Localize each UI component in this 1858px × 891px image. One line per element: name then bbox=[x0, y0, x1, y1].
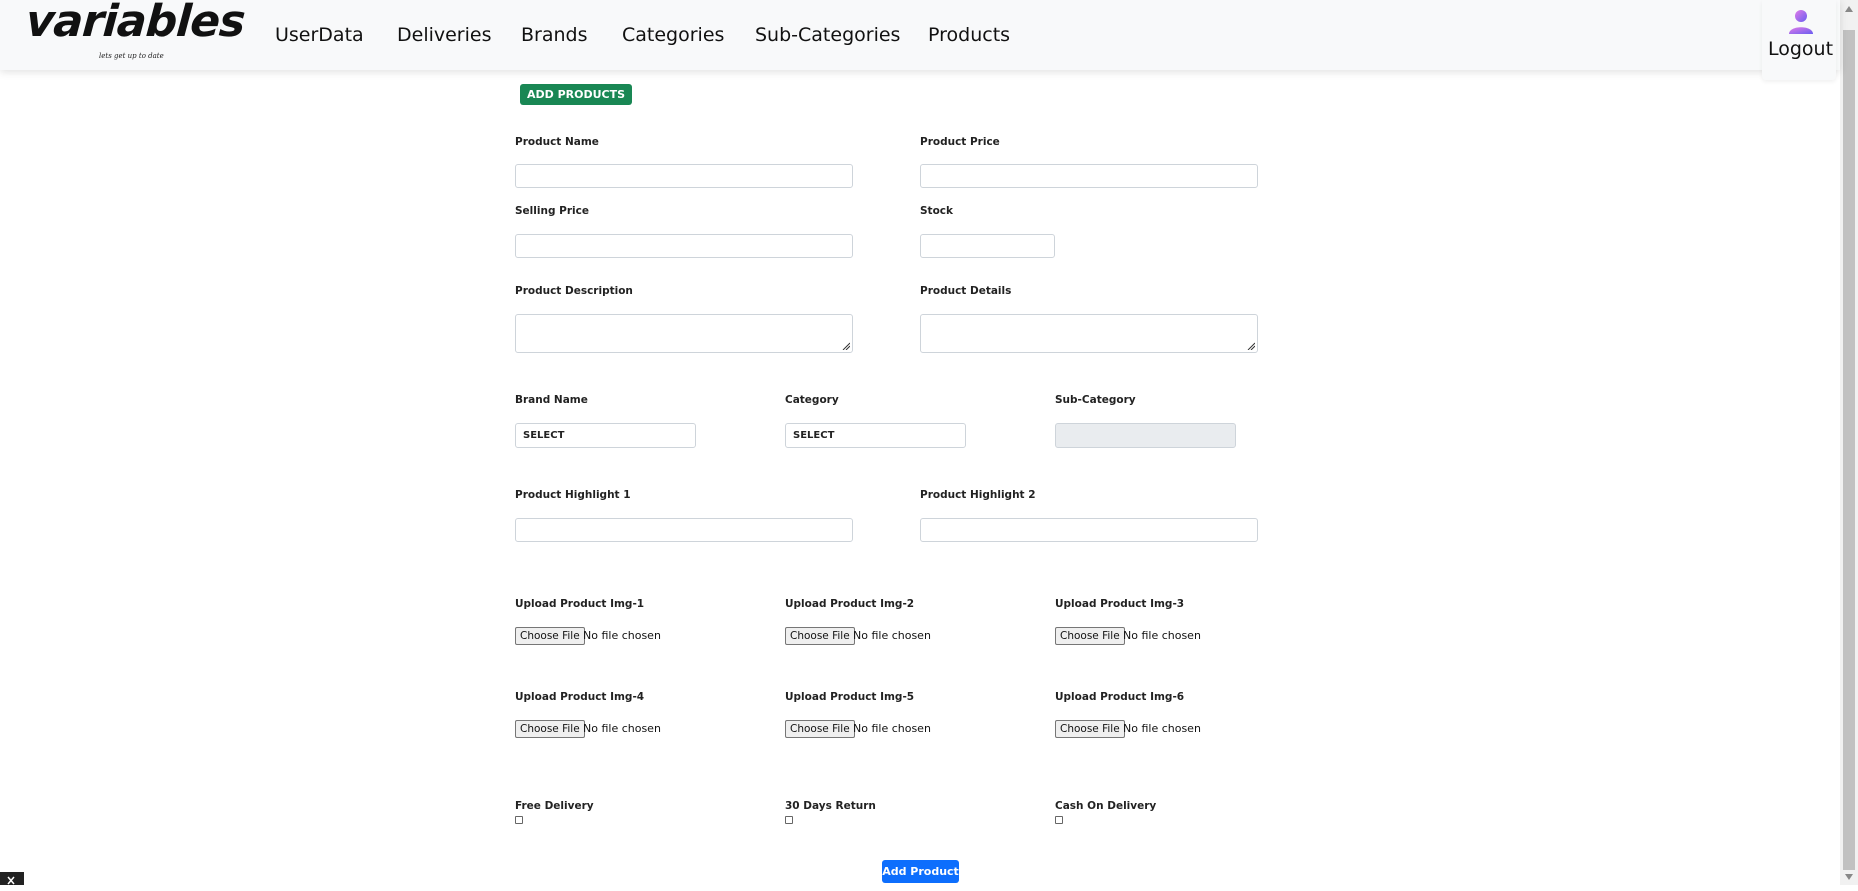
file-status: No file chosen bbox=[1123, 629, 1201, 642]
brand-select[interactable]: SELECT bbox=[515, 423, 696, 448]
scroll-down-arrow-icon[interactable] bbox=[1845, 874, 1853, 880]
nav-item-userdata[interactable]: UserData bbox=[275, 24, 364, 46]
devtools-toggle-icon[interactable] bbox=[0, 872, 24, 885]
product-highlight-1-label: Product Highlight 1 bbox=[515, 489, 631, 501]
file-status: No file chosen bbox=[853, 722, 931, 735]
resize-handle-icon[interactable] bbox=[1247, 342, 1255, 350]
product-description-textarea[interactable] bbox=[515, 314, 853, 353]
file-status: No file chosen bbox=[1123, 722, 1201, 735]
page-scrollbar[interactable] bbox=[1840, 0, 1858, 885]
choose-file-button[interactable]: Choose File bbox=[1055, 627, 1125, 645]
stock-label: Stock bbox=[920, 205, 954, 217]
sub-category-label: Sub-Category bbox=[1055, 394, 1136, 406]
upload-img-1-label: Upload Product Img-1 bbox=[515, 598, 645, 610]
upload-img-1-input[interactable]: Choose File No file chosen bbox=[515, 627, 715, 645]
nav-item-deliveries[interactable]: Deliveries bbox=[397, 24, 492, 46]
choose-file-button[interactable]: Choose File bbox=[515, 720, 585, 738]
nav-item-products[interactable]: Products bbox=[928, 24, 1010, 46]
30-days-return-label: 30 Days Return bbox=[785, 800, 876, 812]
brand-name: variables bbox=[24, 0, 247, 47]
upload-img-2-label: Upload Product Img-2 bbox=[785, 598, 915, 610]
add-products-badge: ADD PRODUCTS bbox=[520, 84, 633, 105]
upload-img-3-label: Upload Product Img-3 bbox=[1055, 598, 1185, 610]
upload-img-3-input[interactable]: Choose File No file chosen bbox=[1055, 627, 1255, 645]
product-details-textarea[interactable] bbox=[920, 314, 1258, 353]
choose-file-button[interactable]: Choose File bbox=[1055, 720, 1125, 738]
product-name-input[interactable] bbox=[515, 164, 853, 188]
file-status: No file chosen bbox=[583, 722, 661, 735]
upload-img-4-input[interactable]: Choose File No file chosen bbox=[515, 720, 715, 738]
category-label: Category bbox=[785, 394, 839, 406]
selling-price-label: Selling Price bbox=[515, 205, 589, 217]
cash-on-delivery-label: Cash On Delivery bbox=[1055, 800, 1157, 812]
add-product-button[interactable]: Add Product bbox=[882, 860, 959, 883]
product-highlight-2-label: Product Highlight 2 bbox=[920, 489, 1036, 501]
upload-img-6-input[interactable]: Choose File No file chosen bbox=[1055, 720, 1255, 738]
logout-label: Logout bbox=[1768, 38, 1834, 60]
category-select[interactable]: SELECT bbox=[785, 423, 966, 448]
scroll-up-arrow-icon[interactable] bbox=[1845, 6, 1853, 12]
nav-item-brands[interactable]: Brands bbox=[521, 24, 588, 46]
sub-category-select[interactable] bbox=[1055, 423, 1236, 448]
brand-logo[interactable]: variables lets get up to date bbox=[24, 0, 246, 66]
upload-img-2-input[interactable]: Choose File No file chosen bbox=[785, 627, 985, 645]
free-delivery-label: Free Delivery bbox=[515, 800, 594, 812]
nav-item-categories[interactable]: Categories bbox=[622, 24, 724, 46]
brand-tagline: lets get up to date bbox=[99, 52, 164, 60]
cash-on-delivery-checkbox[interactable] bbox=[1055, 816, 1063, 824]
close-icon bbox=[7, 876, 15, 885]
upload-img-5-label: Upload Product Img-5 bbox=[785, 691, 915, 703]
resize-handle-icon[interactable] bbox=[842, 342, 850, 350]
product-name-label: Product Name bbox=[515, 136, 599, 148]
brand-name-label: Brand Name bbox=[515, 394, 588, 406]
choose-file-button[interactable]: Choose File bbox=[515, 627, 585, 645]
user-icon bbox=[1789, 10, 1813, 34]
choose-file-button[interactable]: Choose File bbox=[785, 627, 855, 645]
file-status: No file chosen bbox=[853, 629, 931, 642]
30-days-return-checkbox[interactable] bbox=[785, 816, 793, 824]
product-details-label: Product Details bbox=[920, 285, 1012, 297]
upload-img-5-input[interactable]: Choose File No file chosen bbox=[785, 720, 985, 738]
product-price-input[interactable] bbox=[920, 164, 1258, 188]
product-highlight-2-input[interactable] bbox=[920, 518, 1258, 542]
upload-img-6-label: Upload Product Img-6 bbox=[1055, 691, 1185, 703]
product-price-label: Product Price bbox=[920, 136, 1000, 148]
choose-file-button[interactable]: Choose File bbox=[785, 720, 855, 738]
selling-price-input[interactable] bbox=[515, 234, 853, 258]
free-delivery-checkbox[interactable] bbox=[515, 816, 523, 824]
product-highlight-1-input[interactable] bbox=[515, 518, 853, 542]
top-navbar: variables lets get up to date UserData D… bbox=[0, 0, 1840, 70]
stock-input[interactable] bbox=[920, 234, 1055, 258]
product-description-label: Product Description bbox=[515, 285, 633, 297]
upload-img-4-label: Upload Product Img-4 bbox=[515, 691, 645, 703]
file-status: No file chosen bbox=[583, 629, 661, 642]
scrollbar-thumb[interactable] bbox=[1843, 30, 1855, 870]
nav-item-sub-categories[interactable]: Sub-Categories bbox=[755, 24, 900, 46]
logout-button[interactable]: Logout bbox=[1762, 0, 1836, 80]
